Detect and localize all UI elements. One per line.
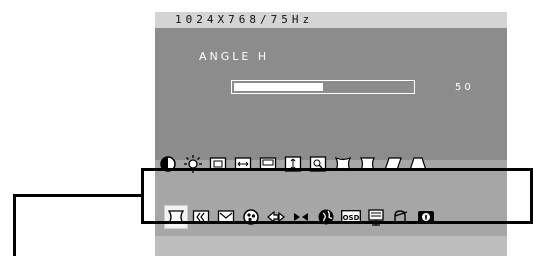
resolution-text: 1024X768/75Hz: [175, 13, 314, 26]
angle-slider[interactable]: [231, 80, 415, 94]
slider-value: 50: [455, 82, 474, 93]
resolution-bar: 1024X768/75Hz: [155, 12, 507, 28]
slider-fill: [234, 83, 323, 91]
callout-leader-horizontal: [13, 194, 141, 197]
callout-leader-vertical: [13, 194, 16, 256]
bottom-strip: [155, 236, 507, 256]
callout-box: [141, 168, 533, 224]
item-title: ANGLE H: [199, 50, 270, 63]
